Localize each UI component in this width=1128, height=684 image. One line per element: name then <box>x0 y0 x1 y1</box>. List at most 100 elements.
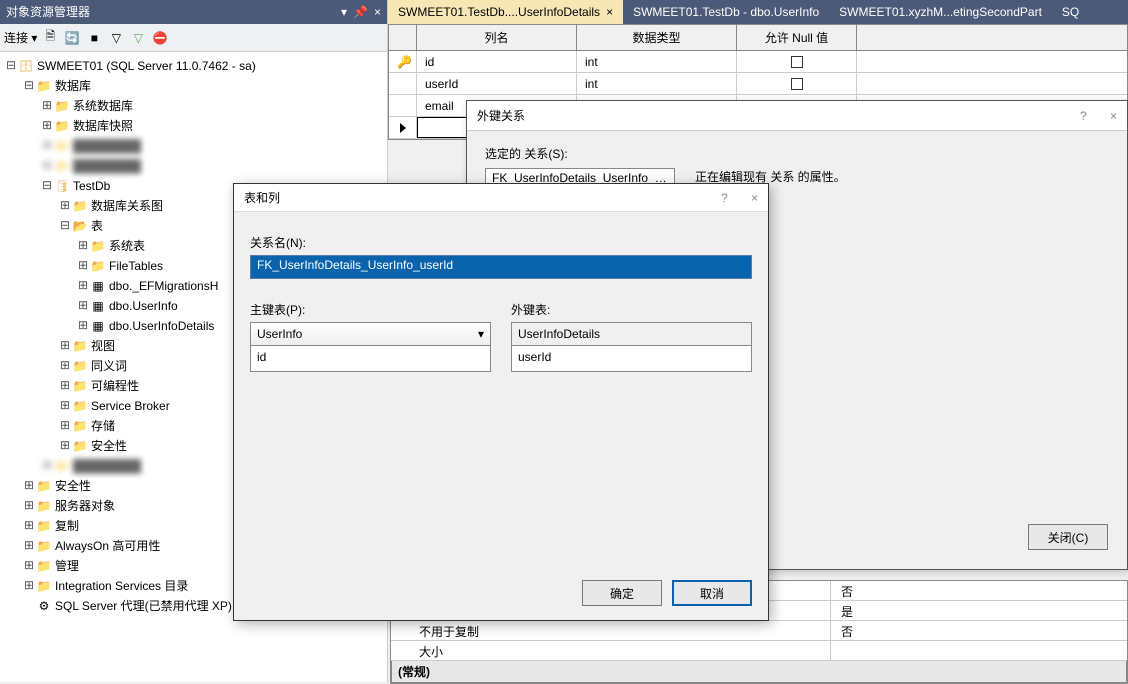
node-dbsnap[interactable]: 数据库快照 <box>73 116 133 136</box>
section-general: (常规) <box>391 661 1127 683</box>
tree-root[interactable]: SWMEET01 (SQL Server 11.0.7462 - sa) <box>37 56 256 76</box>
node-databases[interactable]: 数据库 <box>55 76 91 96</box>
table-row[interactable]: 🔑 id int <box>389 51 1127 73</box>
tree-toggle[interactable]: ⊞ <box>58 396 72 416</box>
fk-table-label: 外键表: <box>511 301 752 318</box>
fk-column-cell[interactable]: userId <box>511 346 752 372</box>
tree-toggle[interactable]: ⊞ <box>22 476 36 496</box>
tree-toggle[interactable]: ⊞ <box>40 96 54 116</box>
filter-icon[interactable]: ▽ <box>107 29 125 47</box>
node-storage[interactable]: 存储 <box>91 416 115 436</box>
tree-toggle[interactable] <box>22 596 36 616</box>
node-sysdb[interactable]: 系统数据库 <box>73 96 133 116</box>
tree-toggle[interactable]: ⊞ <box>76 316 90 336</box>
null-checkbox[interactable] <box>791 78 803 90</box>
tab-overflow[interactable]: SQ <box>1052 0 1089 24</box>
tree-toggle[interactable]: ⊞ <box>76 276 90 296</box>
node-views[interactable]: 视图 <box>91 336 115 356</box>
close-icon[interactable]: × <box>1110 109 1117 123</box>
row-selector-header <box>389 25 417 50</box>
ok-button[interactable]: 确定 <box>582 580 662 606</box>
node-testdb[interactable]: TestDb <box>73 176 110 196</box>
tree-toggle[interactable]: ⊞ <box>76 296 90 316</box>
server-icon: 🗄 <box>18 58 34 74</box>
folder-icon: 📁 <box>72 358 88 374</box>
tree-toggle[interactable]: ⊞ <box>76 236 90 256</box>
database-icon: 🛢 <box>54 178 70 194</box>
node-systables[interactable]: 系统表 <box>109 236 145 256</box>
close-icon[interactable]: × <box>751 191 758 205</box>
node-security[interactable]: 安全性 <box>55 476 91 496</box>
tree-toggle[interactable]: ⊞ <box>22 516 36 536</box>
tab-close-icon[interactable]: × <box>606 5 613 19</box>
tree-toggle[interactable]: ⊞ <box>58 416 72 436</box>
folder-icon: 📁 <box>72 418 88 434</box>
pin-icon[interactable]: 📌 <box>353 0 368 24</box>
node-userinfodetails[interactable]: dbo.UserInfoDetails <box>109 316 214 336</box>
null-checkbox[interactable] <box>791 56 803 68</box>
new-query-icon[interactable]: 🗎 <box>41 29 59 47</box>
tree-toggle[interactable]: ⊟ <box>22 76 36 96</box>
close-icon[interactable]: × <box>374 0 381 24</box>
pk-column-cell[interactable]: id <box>250 346 491 372</box>
tree-toggle[interactable]: ⊟ <box>4 56 18 76</box>
node-agent[interactable]: SQL Server 代理(已禁用代理 XP) <box>55 596 232 616</box>
node-mig[interactable]: dbo._EFMigrationsH <box>109 276 218 296</box>
tree-toggle[interactable]: ⊟ <box>40 176 54 196</box>
col-null-header: 允许 Null 值 <box>737 25 857 50</box>
tree-toggle[interactable]: ⊞ <box>58 196 72 216</box>
node-servicebroker[interactable]: Service Broker <box>91 396 170 416</box>
node-iscatalog[interactable]: Integration Services 目录 <box>55 576 188 596</box>
tables-columns-dialog: 表和列 ? × 关系名(N): FK_UserInfoDetails_UserI… <box>233 183 769 621</box>
folder-icon: 📁 <box>90 238 106 254</box>
tab-userinfo[interactable]: SWMEET01.TestDb - dbo.UserInfo <box>623 0 829 24</box>
tree-toggle[interactable]: ⊟ <box>58 216 72 236</box>
row-pointer-icon <box>400 123 406 133</box>
tree-toggle[interactable]: ⊞ <box>58 336 72 356</box>
tree-toggle[interactable]: ⊞ <box>22 496 36 516</box>
prop-value: 是 <box>831 601 863 620</box>
explorer-toolbar: 连接 ▾ 🗎 🔄 ■ ▽ ▽ ⛔ <box>0 24 387 52</box>
table-row[interactable]: userId int <box>389 73 1127 95</box>
folder-icon: 📁 <box>36 478 52 494</box>
relation-name-input[interactable]: FK_UserInfoDetails_UserInfo_userId <box>250 255 752 279</box>
blurred-item: ████████ <box>73 136 141 156</box>
node-serverobjects[interactable]: 服务器对象 <box>55 496 115 516</box>
disconnect-icon[interactable]: ⛔ <box>151 29 169 47</box>
tab-userinfodetails[interactable]: SWMEET01.TestDb....UserInfoDetails× <box>388 0 623 24</box>
node-security-db[interactable]: 安全性 <box>91 436 127 456</box>
stop-icon[interactable]: ■ <box>85 29 103 47</box>
tree-toggle[interactable]: ⊞ <box>22 556 36 576</box>
help-icon[interactable]: ? <box>721 191 728 205</box>
table-icon: ▦ <box>90 278 106 294</box>
tree-toggle[interactable]: ⊞ <box>58 436 72 456</box>
folder-icon: 📁 <box>72 398 88 414</box>
node-synonyms[interactable]: 同义词 <box>91 356 127 376</box>
tree-toggle[interactable]: ⊞ <box>22 536 36 556</box>
fk-close-button[interactable]: 关闭(C) <box>1028 524 1108 550</box>
node-management[interactable]: 管理 <box>55 556 79 576</box>
node-programmability[interactable]: 可编程性 <box>91 376 139 396</box>
connect-button[interactable]: 连接 ▾ <box>4 29 37 46</box>
tab-meeting[interactable]: SWMEET01.xyzhM...etingSecondPart <box>829 0 1052 24</box>
tree-toggle[interactable]: ⊞ <box>40 116 54 136</box>
dropdown-icon[interactable]: ▾ <box>341 0 347 24</box>
tree-toggle[interactable]: ⊞ <box>58 376 72 396</box>
node-dbdiagram[interactable]: 数据库关系图 <box>91 196 163 216</box>
node-filetables[interactable]: FileTables <box>109 256 163 276</box>
tree-toggle[interactable]: ⊞ <box>22 576 36 596</box>
tree-toggle[interactable]: ⊞ <box>58 356 72 376</box>
tree-toggle[interactable]: ⊞ <box>76 256 90 276</box>
help-icon[interactable]: ? <box>1080 109 1087 123</box>
node-alwayson[interactable]: AlwaysOn 高可用性 <box>55 536 160 556</box>
node-tables[interactable]: 表 <box>91 216 103 236</box>
fk-dialog-title: 外键关系 <box>477 107 525 124</box>
folder-icon: 📁 <box>36 558 52 574</box>
node-replication[interactable]: 复制 <box>55 516 79 536</box>
pk-table-select[interactable]: UserInfo ▾ <box>250 322 491 346</box>
folder-icon: 📁 <box>36 538 52 554</box>
node-userinfo[interactable]: dbo.UserInfo <box>109 296 178 316</box>
filter2-icon[interactable]: ▽ <box>129 29 147 47</box>
cancel-button[interactable]: 取消 <box>672 580 752 606</box>
refresh-icon[interactable]: 🔄 <box>63 29 81 47</box>
